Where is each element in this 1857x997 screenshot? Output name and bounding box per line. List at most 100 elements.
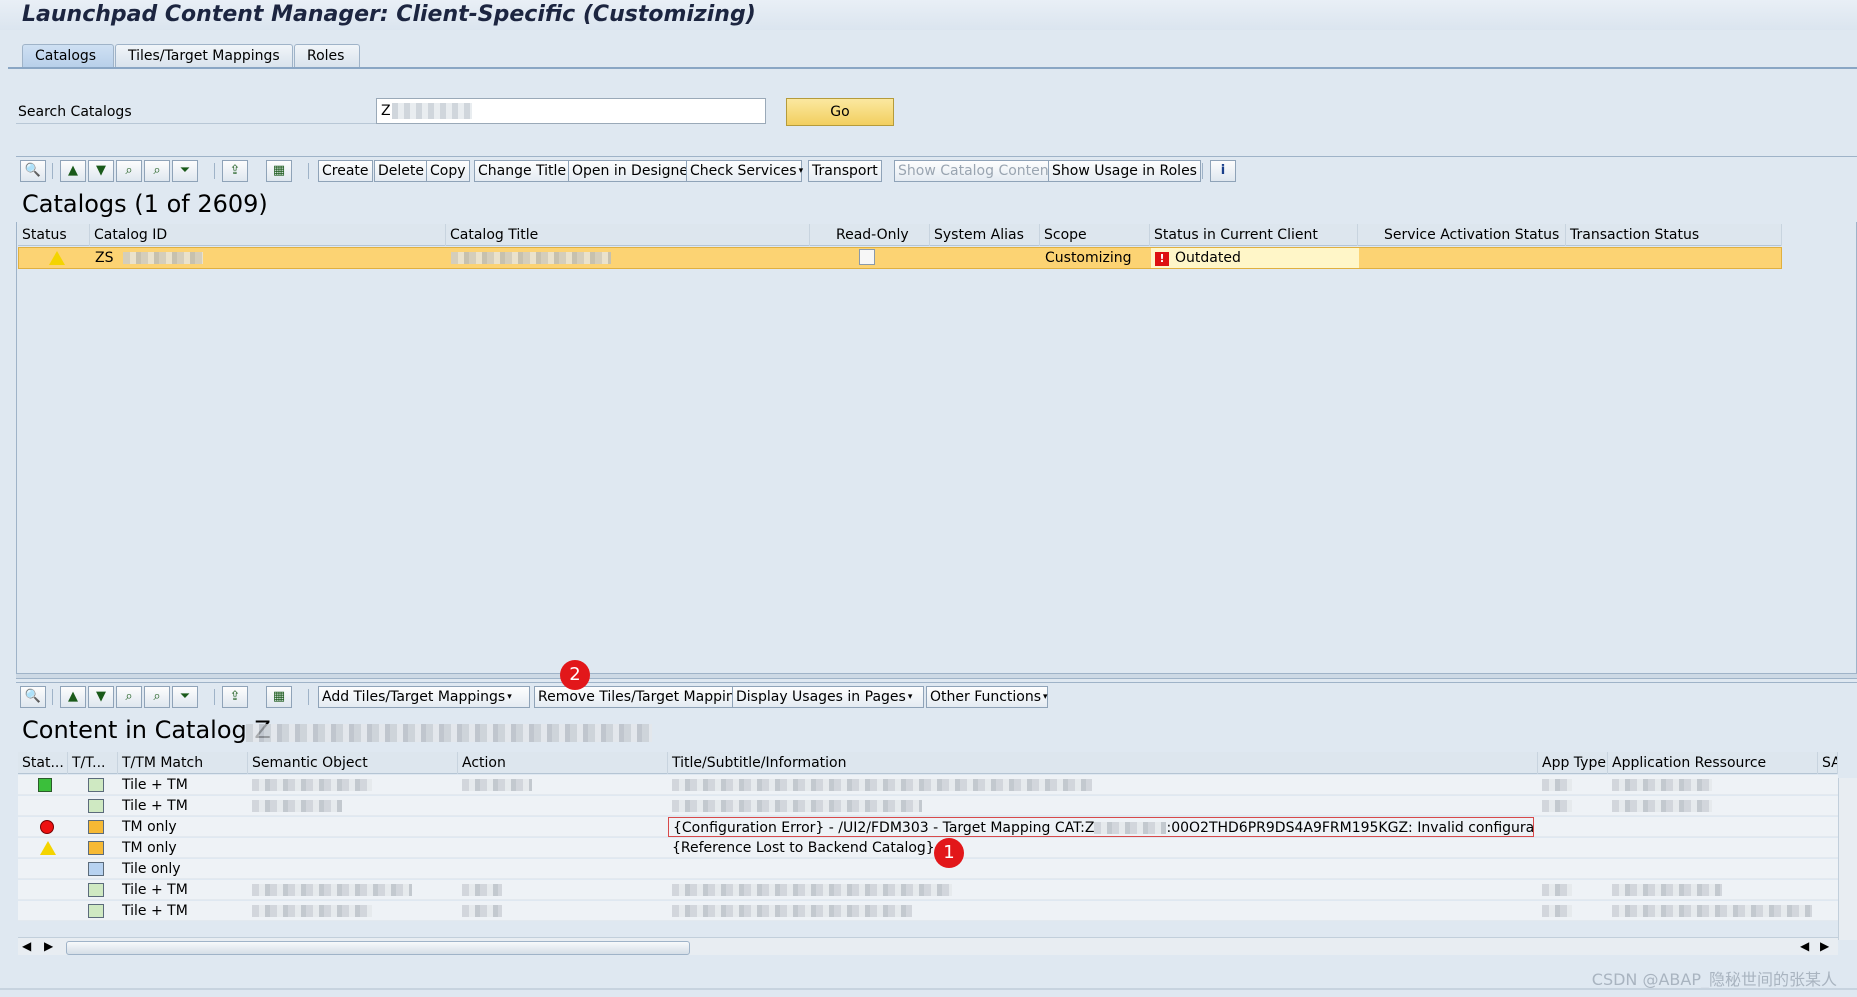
annotation-badge-2: 2: [560, 660, 590, 690]
splitter[interactable]: [16, 673, 1857, 679]
scroll-right-icon[interactable]: ▶: [1820, 939, 1829, 953]
content-grid: Tile + TM Tile + TM TM only {Configurati…: [18, 748, 1838, 928]
check-services-button[interactable]: Check Services ▾: [686, 160, 804, 182]
redacted-text: [462, 884, 502, 896]
ttm-match-cell: Tile only: [122, 861, 181, 877]
display-usages-in-pages-button[interactable]: Display Usages in Pages ▾: [732, 686, 924, 708]
dropdown-icon: ▾: [907, 692, 913, 702]
layout-icon[interactable]: ▦: [266, 686, 292, 708]
export-icon[interactable]: ⇪: [222, 686, 248, 708]
dropdown-icon: ▾: [507, 692, 512, 702]
table-row[interactable]: Tile + TM: [18, 775, 1838, 795]
tm-only-icon: [84, 817, 104, 837]
tile-tm-icon: [84, 796, 104, 816]
toolbar-separator: [1202, 163, 1203, 179]
tile-tm-icon: [84, 901, 104, 921]
table-row[interactable]: Tile + TM: [18, 880, 1838, 900]
table-row[interactable]: Tile + TM: [18, 901, 1838, 921]
display-usages-label: Display Usages in Pages: [736, 689, 906, 705]
add-tiles-label: Add Tiles/Target Mappings: [322, 689, 506, 705]
open-in-designer-button[interactable]: Open in Designer: [568, 160, 698, 182]
scroll-left-icon[interactable]: ◀: [22, 939, 31, 953]
redacted-text: [1542, 905, 1572, 917]
scroll-left-icon[interactable]: ◀: [1800, 939, 1809, 953]
error-text-suffix: :00O2THD6PR9DS4A9FRM195KGZ: Invalid conf…: [1166, 820, 1534, 836]
ttm-match-cell: TM only: [122, 819, 177, 835]
copy-button[interactable]: Copy: [426, 160, 470, 182]
find-next-icon[interactable]: ⌕: [144, 686, 170, 708]
search-panel: [8, 69, 1857, 129]
layout-icon[interactable]: ▦: [266, 160, 292, 182]
table-row[interactable]: Tile only: [18, 859, 1838, 879]
redacted-text: [462, 905, 502, 917]
add-tiles-target-mappings-button[interactable]: Add Tiles/Target Mappings ▾: [318, 686, 530, 708]
show-catalog-content-button[interactable]: Show Catalog Content: [894, 160, 1059, 182]
show-usage-in-roles-button[interactable]: Show Usage in Roles: [1048, 160, 1201, 182]
find-next-icon[interactable]: ⌕: [144, 160, 170, 182]
table-row[interactable]: Tile + TM: [18, 796, 1838, 816]
delete-button[interactable]: Delete: [374, 160, 428, 182]
watermark: CSDN @ABAP_隐秘世间的张某人: [1591, 970, 1837, 989]
export-icon[interactable]: ⇪: [222, 160, 248, 182]
scroll-right-icon[interactable]: ▶: [44, 939, 53, 953]
redacted-text: [672, 884, 952, 896]
details-icon[interactable]: 🔍: [20, 686, 46, 708]
tile-tm-icon: [84, 880, 104, 900]
ttm-match-cell: Tile + TM: [122, 777, 188, 793]
sort-descending-icon[interactable]: ▼: [88, 686, 114, 708]
dropdown-icon: ▾: [1043, 692, 1048, 702]
error-text-prefix: {Configuration Error} - /UI2/FDM303 - Ta…: [673, 820, 1095, 836]
filter-icon[interactable]: ⏷: [172, 160, 198, 182]
table-row[interactable]: TM only {Reference Lost to Backend Catal…: [18, 838, 1838, 858]
table-row-selected[interactable]: TM only {Configuration Error} - /UI2/FDM…: [18, 817, 1838, 837]
tm-only-icon: [84, 838, 104, 858]
title-info-cell: {Reference Lost to Backend Catalog}: [672, 840, 935, 856]
catalog-toolbar: 🔍 ▲ ▼ ⌕ ⌕ ⏷ ⇪ ▦ Create Delete Copy Chang…: [16, 156, 1857, 184]
details-icon[interactable]: 🔍: [20, 160, 46, 182]
ttm-match-cell: Tile + TM: [122, 798, 188, 814]
dropdown-icon: ▾: [798, 166, 804, 176]
tab-catalogs[interactable]: Catalogs: [22, 44, 114, 68]
info-icon[interactable]: i: [1210, 160, 1236, 182]
annotation-badge-1: 1: [934, 838, 964, 868]
transport-button[interactable]: Transport: [808, 160, 882, 182]
other-functions-button[interactable]: Other Functions ▾: [926, 686, 1048, 708]
redacted-text: [252, 800, 342, 812]
redacted-text: [252, 884, 412, 896]
sort-ascending-icon[interactable]: ▲: [60, 160, 86, 182]
toolbar-separator: [308, 689, 309, 705]
status-error-icon: [36, 817, 54, 837]
redacted-text: [1542, 884, 1572, 896]
go-button[interactable]: Go: [786, 98, 894, 126]
find-icon[interactable]: ⌕: [116, 686, 142, 708]
redacted-search-text: [392, 103, 472, 119]
redacted-text: [462, 779, 532, 791]
ttm-match-cell: Tile + TM: [122, 882, 188, 898]
vertical-scrollbar[interactable]: [1838, 778, 1857, 940]
content-toolbar: 🔍 ▲ ▼ ⌕ ⌕ ⏷ ⇪ ▦ Add Tiles/Target Mapping…: [16, 682, 1857, 710]
check-services-label: Check Services: [690, 163, 797, 179]
change-title-button[interactable]: Change Title: [474, 160, 571, 182]
app-title: Launchpad Content Manager: Client-Specif…: [22, 2, 756, 27]
catalogs-grid-border: [16, 222, 1857, 675]
status-ok-icon: [34, 775, 52, 795]
create-button[interactable]: Create: [318, 160, 373, 182]
toolbar-separator: [214, 689, 215, 705]
sort-descending-icon[interactable]: ▼: [88, 160, 114, 182]
toolbar-separator: [52, 689, 53, 705]
remove-tiles-target-mappings-button[interactable]: Remove Tiles/Target Mappings: [534, 686, 755, 708]
horizontal-scroll-thumb[interactable]: [66, 941, 690, 955]
redacted-catalog-name: [246, 724, 652, 742]
redacted-text: [672, 905, 912, 917]
tile-only-icon: [84, 859, 104, 879]
filter-icon[interactable]: ⏷: [172, 686, 198, 708]
tile-tm-icon: [84, 775, 104, 795]
other-functions-label: Other Functions: [930, 689, 1042, 705]
find-icon[interactable]: ⌕: [116, 160, 142, 182]
status-warning-icon: [36, 838, 56, 858]
sort-ascending-icon[interactable]: ▲: [60, 686, 86, 708]
tab-roles[interactable]: Roles: [294, 44, 360, 68]
bottom-border: [0, 988, 1857, 990]
redacted-text: [252, 779, 372, 791]
tab-tiles-target-mappings[interactable]: Tiles/Target Mappings: [115, 44, 293, 68]
